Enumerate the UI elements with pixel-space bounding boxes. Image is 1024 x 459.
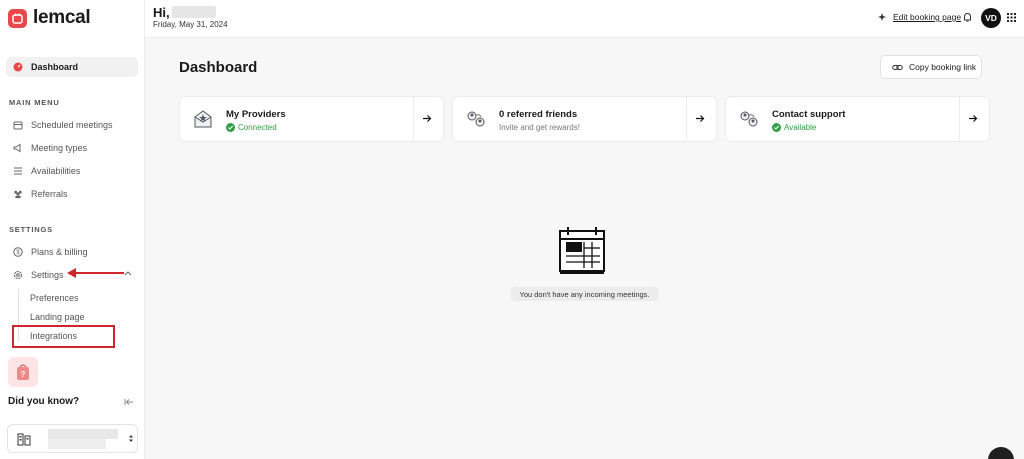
list-icon [13,166,23,176]
settings-heading: SETTINGS [9,225,53,234]
workspace-switcher[interactable] [7,424,138,453]
building-icon [17,433,31,446]
sidebar-item-label: Scheduled meetings [31,120,113,130]
card-contact-support[interactable]: Contact support Available [725,96,990,142]
card-my-providers[interactable]: My Providers Connected [179,96,444,142]
sidebar-item-label: Meeting types [31,143,88,153]
page-title: Dashboard [179,59,258,76]
annotation-highlight-box [12,325,115,348]
card-referred-friends[interactable]: 0 referred friends Invite and get reward… [452,96,717,142]
card-divider [959,97,960,141]
username-blurred [172,6,216,18]
users-icon [13,189,23,199]
brand-name: lemcal [33,7,91,28]
check-circle-icon [226,123,235,132]
lemcal-logo-icon [8,8,27,28]
collapse-sidebar-icon[interactable] [124,398,134,406]
dollar-circle-icon: $ [13,247,23,257]
logo[interactable]: lemcal [8,7,91,29]
card-subtitle-label: Invite and get rewards! [499,123,580,132]
annotation-arrow-icon [67,268,124,278]
card-status: Available [772,123,816,132]
empty-state-message: You don't have any incoming meetings. [511,287,658,301]
sidebar-item-availabilities[interactable]: Availabilities [6,161,138,181]
sidebar: lemcal Dashboard MAIN MENU Scheduled mee… [0,0,145,459]
arrow-right-icon[interactable] [968,114,978,123]
greeting: Hi, [153,5,170,20]
did-you-know-title: Did you know? [8,396,80,407]
copy-booking-link-label: Copy booking link [909,62,977,72]
link-icon [892,64,903,70]
bell-icon[interactable] [963,12,972,23]
sidebar-item-plans-billing[interactable]: $ Plans & billing [6,242,138,262]
sidebar-item-meeting-types[interactable]: Meeting types [6,138,138,158]
svg-text:?: ? [21,370,26,379]
card-title: Contact support [772,109,846,120]
sidebar-item-dashboard[interactable]: Dashboard [6,57,138,77]
apps-grid-icon[interactable] [1007,13,1016,22]
check-circle-icon [772,123,781,132]
avatar[interactable]: VD [981,8,1001,28]
sidebar-item-label: Settings [31,270,64,280]
gauge-icon [13,62,23,72]
workspace-sub-blurred [48,439,106,449]
main-menu-heading: MAIN MENU [9,98,60,107]
copy-booking-link-button[interactable]: Copy booking link [880,55,982,79]
sidebar-item-label: Availabilities [31,166,81,176]
sidebar-item-label: Dashboard [31,62,79,72]
calendar-icon [13,120,23,130]
empty-calendar-illustration-icon [559,227,605,274]
sidebar-item-referrals[interactable]: Referrals [6,184,138,204]
current-date: Friday, May 31, 2024 [153,20,228,29]
support-people-icon [740,111,758,127]
card-title: 0 referred friends [499,109,578,120]
card-status-label: Available [784,123,817,132]
card-divider [686,97,687,141]
mail-provider-icon [194,110,212,128]
workspace-name-blurred [48,429,118,439]
sidebar-subitem-preferences[interactable]: Preferences [30,293,79,303]
card-divider [413,97,414,141]
edit-booking-label: Edit booking page [893,12,962,22]
card-status: Connected [226,123,277,132]
sparkle-icon [878,12,886,21]
edit-booking-page-link[interactable]: Edit booking page [878,12,961,22]
card-subtitle: Invite and get rewards! [499,123,580,132]
card-title: My Providers [226,109,286,120]
sidebar-item-label: Plans & billing [31,247,88,257]
arrow-right-icon[interactable] [422,114,432,123]
chat-widget-button[interactable] [988,447,1014,459]
tip-card[interactable]: ? [8,357,38,387]
card-status-label: Connected [238,123,277,132]
megaphone-icon [13,143,23,153]
sidebar-item-scheduled-meetings[interactable]: Scheduled meetings [6,115,138,135]
top-bar: Hi, Friday, May 31, 2024 Edit booking pa… [145,0,1024,38]
updown-chevron-icon [129,435,133,442]
gear-icon [13,270,23,280]
sidebar-item-label: Referrals [31,189,68,199]
referral-people-icon [467,111,485,127]
question-bag-icon: ? [17,364,29,380]
sidebar-subitem-landing-page[interactable]: Landing page [30,312,85,322]
arrow-right-icon[interactable] [695,114,705,123]
